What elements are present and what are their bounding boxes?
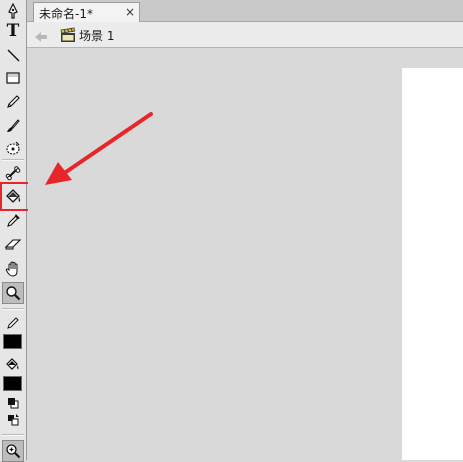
line-tool[interactable] (2, 44, 24, 66)
scene-name[interactable]: 场景 1 (79, 27, 114, 44)
fill-color-swatch[interactable] (3, 376, 22, 391)
document-tab-bar: 未命名-1* × (27, 0, 463, 22)
toolbar-divider (2, 308, 24, 310)
bone-icon (5, 166, 21, 181)
bone-tool[interactable] (2, 162, 24, 184)
stroke-color-swatch[interactable] (3, 334, 22, 349)
deco-icon (6, 141, 20, 155)
eyedropper-icon (7, 214, 20, 227)
default-colors-icon (8, 398, 19, 409)
toolbar-divider (2, 434, 24, 436)
magnifier-icon (6, 286, 21, 301)
clapperboard-icon (60, 27, 76, 47)
pencil-icon (7, 95, 20, 108)
zoom-in-option[interactable] (2, 440, 24, 462)
swap-colors-button[interactable] (2, 412, 24, 428)
stroke-color-label[interactable] (2, 313, 24, 335)
eraser-tool[interactable] (2, 233, 24, 255)
document-tab[interactable]: 未命名-1* × (33, 2, 140, 22)
paint-bucket-small-icon (6, 358, 19, 370)
text-tool[interactable]: T (2, 20, 24, 42)
brush-icon (7, 119, 20, 132)
rectangle-icon (6, 72, 20, 84)
pasteboard[interactable] (28, 48, 463, 460)
hand-tool[interactable] (2, 258, 24, 280)
fill-color-label[interactable] (2, 354, 24, 376)
zoom-tool[interactable] (2, 282, 24, 304)
hand-icon (5, 261, 18, 277)
pencil-stroke-icon (7, 317, 19, 329)
pen-arrow-icon (8, 3, 18, 19)
back-arrow-icon[interactable] (34, 28, 48, 47)
document-tab-title: 未命名-1* (39, 7, 93, 21)
eraser-icon (4, 239, 22, 250)
pencil-tool[interactable] (2, 91, 24, 113)
swap-colors-icon (8, 414, 19, 426)
eyedropper-tool[interactable] (2, 210, 24, 232)
brush-tool[interactable] (2, 115, 24, 137)
edit-bar: 场景 1 (27, 22, 463, 48)
text-T-icon: T (6, 21, 20, 41)
tools-panel: T (0, 0, 27, 462)
magnifier-plus-icon (6, 444, 21, 459)
deco-tool[interactable] (2, 137, 24, 159)
stage-canvas[interactable] (402, 68, 463, 460)
toolbar-divider (2, 159, 24, 161)
close-icon[interactable]: × (125, 5, 135, 19)
black-and-white-button[interactable] (2, 396, 24, 410)
line-icon (7, 49, 20, 62)
rectangle-tool[interactable] (2, 67, 24, 89)
